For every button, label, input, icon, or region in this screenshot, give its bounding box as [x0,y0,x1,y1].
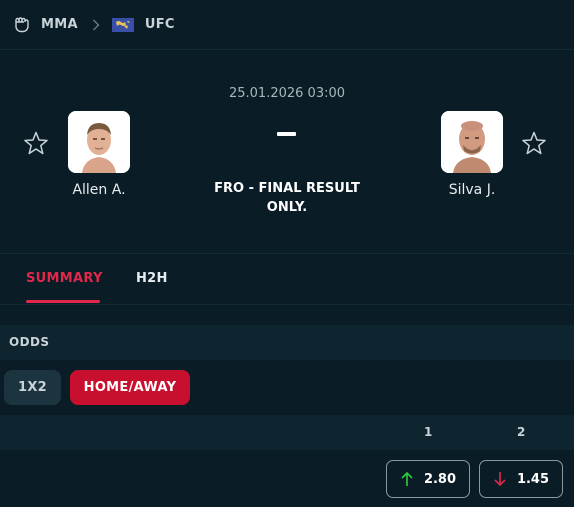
market-home-away-button[interactable]: HOME/AWAY [70,370,190,405]
tab-summary-label: SUMMARY [26,271,103,286]
home-fighter-avatar[interactable] [68,111,130,173]
fist-icon [12,15,32,35]
event-datetime: 25.01.2026 03:00 [228,86,346,101]
tab-summary[interactable]: SUMMARY [26,262,103,304]
odds-away-value: 1.45 [516,471,550,487]
odds-column-2-label: 2 [517,425,526,439]
tab-bar: SUMMARY H2H [0,262,574,304]
active-tab-indicator [26,300,100,303]
event-status-line-2: ONLY. [266,200,308,215]
home-favorite-star-icon[interactable] [23,130,49,156]
odds-away-button[interactable]: 1.45 [479,460,563,498]
odds-home-button[interactable]: 2.80 [386,460,470,498]
tab-h2h[interactable]: H2H [136,262,168,304]
arrow-up-icon [400,471,414,487]
away-fighter-name[interactable]: Silva J. [412,182,532,198]
score-separator [277,132,296,136]
odds-section-header: ODDS [0,325,574,360]
arrow-down-icon [493,471,507,487]
odds-column-1-label: 1 [424,425,433,439]
breadcrumb: MMA UFC [0,0,574,50]
world-flag-icon [111,17,134,32]
market-1x2-button[interactable]: 1X2 [4,370,61,405]
away-fighter-avatar[interactable] [441,111,503,173]
chevron-right-icon [92,19,100,31]
away-favorite-star-icon[interactable] [521,130,547,156]
breadcrumb-sport-link[interactable]: MMA [41,17,78,32]
odds-home-value: 2.80 [423,471,457,487]
divider [0,304,574,305]
breadcrumb-league-link[interactable]: UFC [145,17,175,32]
odds-column-header: 1 2 [0,415,574,450]
tab-h2h-label: H2H [136,271,168,286]
divider [0,253,574,254]
